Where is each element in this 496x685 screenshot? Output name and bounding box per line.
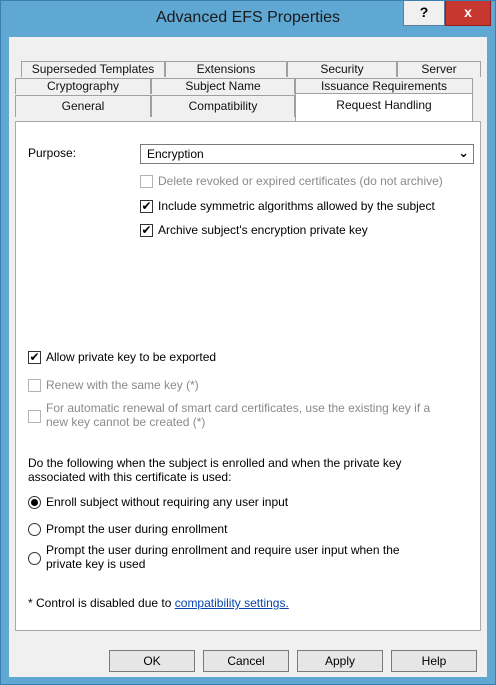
cancel-button[interactable]: Cancel <box>203 650 289 672</box>
prompt-require-input-label-line1: Prompt the user during enrollment and re… <box>46 543 400 557</box>
archive-key-checkbox[interactable]: ✔ <box>140 224 153 237</box>
title-bar: Advanced EFS Properties ? x <box>1 1 495 37</box>
dialog-window: Advanced EFS Properties ? x Superseded T… <box>0 0 496 685</box>
compatibility-settings-link[interactable]: compatibility settings. <box>175 596 289 610</box>
footnote: * Control is disabled due to compatibili… <box>28 596 289 610</box>
smartcard-renewal-checkbox[interactable] <box>28 410 41 423</box>
tab-general[interactable]: General <box>15 95 151 117</box>
tab-extensions[interactable]: Extensions <box>165 61 287 77</box>
tab-superseded-templates[interactable]: Superseded Templates <box>21 61 165 77</box>
tab-security[interactable]: Security <box>287 61 397 77</box>
include-symmetric-label: Include symmetric algorithms allowed by … <box>158 199 435 213</box>
tab-request-handling[interactable]: Request Handling <box>295 93 473 121</box>
help-button[interactable]: Help <box>391 650 477 672</box>
purpose-label: Purpose: <box>28 146 77 160</box>
dialog-client: Superseded Templates Extensions Security… <box>9 37 487 677</box>
help-icon[interactable]: ? <box>403 1 445 26</box>
tab-issuance-requirements[interactable]: Issuance Requirements <box>295 78 473 94</box>
purpose-select[interactable]: Encryption ⌄ <box>140 144 474 164</box>
allow-export-label: Allow private key to be exported <box>46 350 217 364</box>
enroll-no-input-label: Enroll subject without requiring any use… <box>46 495 289 509</box>
tab-server[interactable]: Server <box>397 61 481 77</box>
enroll-intro-line1: Do the following when the subject is enr… <box>28 456 402 470</box>
footnote-text: * Control is disabled due to <box>28 596 175 610</box>
smartcard-renewal-label-line1: For automatic renewal of smart card cert… <box>46 401 431 415</box>
purpose-value: Encryption <box>147 147 204 161</box>
allow-export-checkbox[interactable]: ✔ <box>28 351 41 364</box>
prompt-require-input-label-line2: private key is used <box>46 557 146 571</box>
archive-key-label: Archive subject's encryption private key <box>158 223 368 237</box>
renew-same-key-checkbox[interactable] <box>28 379 41 392</box>
renew-same-key-label: Renew with the same key (*) <box>46 378 199 392</box>
enroll-intro-line2: associated with this certificate is used… <box>28 470 232 484</box>
prompt-require-input-radio[interactable] <box>28 552 41 565</box>
smartcard-renewal-label-line2: new key cannot be created (*) <box>46 415 206 429</box>
tab-cryptography[interactable]: Cryptography <box>15 78 151 94</box>
chevron-down-icon: ⌄ <box>458 145 469 160</box>
radio-selected-dot <box>31 499 38 506</box>
request-handling-panel: Purpose: Encryption ⌄ Delete revoked or … <box>15 121 481 631</box>
delete-revoked-label: Delete revoked or expired certificates (… <box>158 174 443 188</box>
tab-subject-name[interactable]: Subject Name <box>151 78 295 94</box>
ok-button[interactable]: OK <box>109 650 195 672</box>
include-symmetric-checkbox[interactable]: ✔ <box>140 200 153 213</box>
prompt-enrollment-label: Prompt the user during enrollment <box>46 522 228 536</box>
delete-revoked-checkbox[interactable] <box>140 175 153 188</box>
apply-button[interactable]: Apply <box>297 650 383 672</box>
enroll-no-input-radio[interactable] <box>28 496 41 509</box>
close-icon[interactable]: x <box>445 1 491 26</box>
prompt-enrollment-radio[interactable] <box>28 523 41 536</box>
tab-compatibility[interactable]: Compatibility <box>151 95 295 117</box>
